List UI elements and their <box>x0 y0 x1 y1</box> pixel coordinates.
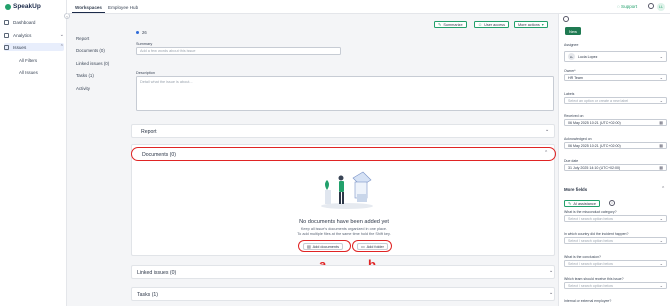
chevron-down-icon: ⌄ <box>549 290 554 296</box>
chevron-down-icon: ⌄ <box>659 283 663 288</box>
received-date-input[interactable]: 06 May 2025 10:21 (UTC+02:00) ▦ <box>564 119 667 126</box>
description-input[interactable]: Detail what the issue is about... <box>136 76 554 111</box>
logo-mark-icon <box>5 3 11 10</box>
section-link-linked-issues[interactable]: Linked issues (0) <box>76 61 109 66</box>
chevron-down-icon: ⌄ <box>549 268 554 274</box>
issue-id: 26 <box>142 30 147 35</box>
report-panel[interactable]: Report ⌄ <box>131 124 555 138</box>
user-icon: ☺ <box>478 22 483 27</box>
sparkle-icon: ✎ <box>438 22 442 27</box>
country-select[interactable]: Select / search option below ⌄ <box>564 237 667 244</box>
assignee-label: Assignee <box>564 43 579 47</box>
acknowledged-label: Acknowledged on <box>564 137 592 141</box>
chevron-down-icon: ⌄ <box>659 238 663 243</box>
empty-documents-illustration <box>321 171 373 209</box>
chevron-down-icon: ⌄ <box>545 127 550 133</box>
country-label: In which country did the incident happen… <box>564 232 629 236</box>
gear-icon[interactable] <box>648 3 654 9</box>
assignee-select[interactable]: LL Lucia Lopez ⌄ <box>564 51 667 62</box>
sidebar-item-analytics[interactable]: Analytics ⌄ <box>4 31 64 39</box>
tasks-panel[interactable]: Tasks (1) ⌄ <box>131 287 555 301</box>
support-link[interactable]: ◌ Support <box>617 4 637 9</box>
acknowledged-date-input[interactable]: 06 May 2025 10:21 (UTC+02:00) ▦ <box>564 142 667 149</box>
sparkle-icon: ✎ <box>568 201 572 206</box>
ai-assistance-button[interactable]: ✎ AI assistance <box>564 200 600 207</box>
status-dot-icon <box>136 31 139 34</box>
linked-issues-panel[interactable]: Linked issues (0) ⌄ <box>131 265 555 279</box>
avatar[interactable]: LL <box>657 3 665 11</box>
add-folder-highlight <box>352 240 392 252</box>
calendar-icon: ▦ <box>659 120 663 125</box>
more-actions-button[interactable]: More actions ▾ <box>514 21 548 28</box>
team-label: Which team should receive this issue? <box>564 277 624 281</box>
add-documents-highlight <box>298 240 351 252</box>
user-access-button[interactable]: ☺ User access <box>474 21 509 28</box>
calendar-icon: ▦ <box>659 165 663 170</box>
linked-issues-title: Linked issues (0) <box>137 270 177 276</box>
chevron-up-icon: ⌃ <box>59 44 64 50</box>
description-label: Description <box>136 71 155 75</box>
section-link-documents[interactable]: Documents (0) <box>76 48 105 53</box>
misconduct-category-label: What is the misconduct category? <box>564 210 617 214</box>
summarize-button[interactable]: ✎ Summarize <box>434 21 467 28</box>
new-status-button[interactable]: New <box>565 27 582 35</box>
chevron-down-icon: ▾ <box>541 22 544 27</box>
assignee-avatar: LL <box>568 53 575 60</box>
details-panel: New Assignee LL Lucia Lopez ⌄ Owner* HR T… <box>558 14 670 306</box>
chevron-down-icon: ⌄ <box>659 54 663 59</box>
sidebar-item-dashboard[interactable]: Dashboard <box>4 18 64 26</box>
top-bar: Workspaces Employee Hub ◌ Support LL <box>67 0 670 14</box>
empty-state-line1: Keep all issue's documents organized in … <box>300 227 388 231</box>
issues-icon <box>4 44 9 50</box>
conclusion-select[interactable]: Select / search option below ⌄ <box>564 260 667 267</box>
summary-label: Summary <box>136 42 153 46</box>
owner-label: Owner* <box>564 69 576 73</box>
due-date-label: Due date <box>564 159 579 163</box>
documents-header-highlight <box>131 147 556 161</box>
chevron-down-icon: ⌄ <box>59 32 64 38</box>
chart-icon <box>4 32 9 38</box>
conclusion-label: What is the conclusion? <box>564 255 601 259</box>
section-link-tasks[interactable]: Tasks (1) <box>76 73 94 78</box>
tasks-title: Tasks (1) <box>137 292 159 298</box>
calendar-icon: ▦ <box>659 143 663 148</box>
empty-state-line2: To add multiple files at the same time h… <box>297 232 391 236</box>
chevron-down-icon: ⌄ <box>659 261 663 266</box>
report-panel-title: Report <box>141 129 157 135</box>
chevron-down-icon: ⌄ <box>659 98 663 103</box>
labels-label: Labels <box>564 92 575 96</box>
summary-input[interactable]: Add a few words about this issue <box>136 47 341 55</box>
sidebar-subitem-all-filters[interactable]: All Filters <box>19 58 37 63</box>
app-logo[interactable]: SpeakUp <box>5 3 41 10</box>
team-select[interactable]: Select / search option below ⌄ <box>564 282 667 289</box>
info-icon[interactable]: i <box>609 200 615 206</box>
sidebar-subitem-all-issues[interactable]: All Issues <box>19 70 38 75</box>
labels-select[interactable]: Select an option or create a new label ⌄ <box>564 97 667 104</box>
more-fields-title: More fields <box>564 187 588 192</box>
tab-workspaces[interactable]: Workspaces <box>72 3 105 13</box>
misconduct-category-select[interactable]: Select / search option below ⌄ <box>564 215 667 222</box>
sidebar: SpeakUp Dashboard Analytics ⌄ Issues ⌃ All… <box>0 0 67 306</box>
employee-type-label: Internal or external employee? <box>564 299 612 303</box>
section-link-report[interactable]: Report <box>76 36 89 41</box>
received-label: Received on <box>564 114 584 118</box>
empty-state-title: No documents have been added yet <box>299 219 389 225</box>
chevron-down-icon: ⌄ <box>659 75 663 80</box>
chevron-down-icon: ⌄ <box>659 216 663 221</box>
tab-employee-hub[interactable]: Employee Hub <box>105 3 141 12</box>
owner-select[interactable]: HR Team ⌄ <box>564 74 667 81</box>
grid-icon <box>4 19 9 25</box>
section-link-activity[interactable]: Activity <box>76 86 90 91</box>
chevron-up-icon[interactable]: ⌃ <box>661 186 665 192</box>
sidebar-item-issues[interactable]: Issues ⌃ <box>4 43 64 51</box>
history-icon[interactable] <box>563 16 569 22</box>
due-date-input[interactable]: 31 July 2025 14:10 (UTC+02:00) ▦ <box>564 164 667 171</box>
